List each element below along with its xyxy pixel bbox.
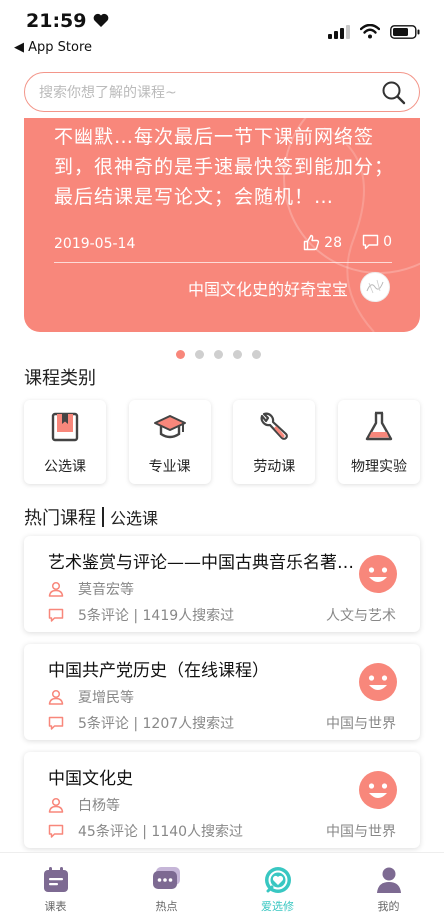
carousel-dot[interactable] <box>233 350 242 359</box>
graduation-cap-icon <box>153 415 186 439</box>
course-category: 中国与世界 <box>326 824 396 840</box>
banner-divider <box>54 262 392 263</box>
carousel-dot[interactable] <box>252 350 261 359</box>
hot-courses-title: 热门课程 公选课 <box>24 504 158 530</box>
course-name: 中国共产党历史（在线课程） <box>48 661 269 681</box>
wifi-icon <box>360 24 380 39</box>
status-indicators <box>328 24 420 39</box>
carousel-dot[interactable] <box>195 350 204 359</box>
search-icon[interactable] <box>381 80 407 106</box>
tab-mine[interactable]: 我的 <box>333 853 444 914</box>
comment-icon <box>362 234 379 250</box>
tab-label: 我的 <box>377 900 400 913</box>
clock-text: 21:59 <box>26 10 87 32</box>
tab-hot[interactable]: 热点 <box>111 853 222 914</box>
thumbs-up-icon <box>303 234 320 251</box>
comment-icon <box>48 608 64 622</box>
course-card[interactable]: 艺术鉴赏与评论——中国古典音乐名著导读 莫音宏等 5条评论 | 1419人搜索过… <box>24 536 420 632</box>
review-meta: 2019-05-14 28 0 <box>54 234 392 260</box>
carousel-dot[interactable] <box>214 350 223 359</box>
wrench-icon <box>260 412 289 440</box>
course-name: 艺术鉴赏与评论——中国古典音乐名著导读 <box>48 553 358 573</box>
course-teacher-row: 莫音宏等 <box>48 579 134 599</box>
battery-icon <box>390 24 420 39</box>
course-teacher: 白杨等 <box>78 798 120 814</box>
category-grid: 公选课 专业课 劳动课 物理实验 <box>24 400 420 484</box>
category-labor-course[interactable]: 劳动课 <box>233 400 316 484</box>
bookmark-book-icon <box>51 412 79 442</box>
back-to-app-store[interactable]: ◀ App Store <box>14 40 92 55</box>
course-teacher-row: 白杨等 <box>48 795 120 815</box>
review-author: 中国文化史的好奇宝宝 <box>187 280 348 299</box>
avatar-pattern-icon <box>366 279 384 294</box>
like-count[interactable]: 28 <box>303 234 342 251</box>
review-date: 2019-05-14 <box>54 236 136 252</box>
smiley-face-icon <box>359 771 397 809</box>
person-icon <box>48 689 64 705</box>
course-stats: 45条评论 | 1140人搜索过 <box>78 824 244 840</box>
search-input[interactable] <box>39 82 369 104</box>
course-stats-row: 5条评论 | 1419人搜索过 <box>48 605 234 625</box>
status-time: 21:59 <box>26 10 109 32</box>
category-section-title: 课程类别 <box>24 368 96 389</box>
course-stats: 5条评论 | 1207人搜索过 <box>78 716 235 732</box>
smiley-face-icon <box>359 555 397 593</box>
carousel-dot[interactable] <box>176 350 185 359</box>
course-category: 人文与艺术 <box>326 608 396 624</box>
heart-icon <box>93 13 109 27</box>
featured-review-banner[interactable]: 不幽默…每次最后一节下课前网络签到，很神奇的是手速最快签到能加分；最后结课是写论… <box>24 118 420 332</box>
review-excerpt: 不幽默…每次最后一节下课前网络签到，很神奇的是手速最快签到能加分；最后结课是写论… <box>54 126 395 208</box>
course-stats: 5条评论 | 1419人搜索过 <box>78 608 235 624</box>
category-physics-lab[interactable]: 物理实验 <box>337 400 420 484</box>
comment-icon <box>48 716 64 730</box>
carousel-indicator[interactable] <box>176 350 261 359</box>
avatar[interactable] <box>360 272 390 302</box>
hot-courses-filter[interactable]: 公选课 <box>110 505 158 529</box>
title-separator <box>102 507 104 527</box>
course-stats-row: 5条评论 | 1207人搜索过 <box>48 713 234 733</box>
course-stats-row: 45条评论 | 1140人搜索过 <box>48 821 243 841</box>
category-label: 物理实验 <box>350 459 407 475</box>
bottom-tab-bar: 课表 热点 爱选修 我的 <box>0 852 444 914</box>
comment-count[interactable]: 0 <box>362 234 392 250</box>
smiley-face-icon <box>359 663 397 701</box>
tab-elective[interactable]: 爱选修 <box>222 853 333 914</box>
category-label: 专业课 <box>148 459 191 475</box>
course-card[interactable]: 中国文化史 白杨等 45条评论 | 1140人搜索过 中国与世界 <box>24 752 420 848</box>
course-card[interactable]: 中国共产党历史（在线课程） 夏增民等 5条评论 | 1207人搜索过 中国与世界 <box>24 644 420 740</box>
course-name: 中国文化史 <box>48 769 133 789</box>
hot-courses-heading: 热门课程 <box>24 508 96 529</box>
heart-target-icon <box>264 867 291 893</box>
course-teacher: 莫音宏等 <box>78 582 134 598</box>
category-public-elective[interactable]: 公选课 <box>24 400 106 484</box>
search-bar[interactable] <box>24 72 420 112</box>
category-label: 公选课 <box>44 459 86 475</box>
status-bar: 21:59 ◀ App Store <box>0 0 444 62</box>
course-teacher-row: 夏增民等 <box>48 687 134 707</box>
flask-icon <box>365 411 393 441</box>
course-category: 中国与世界 <box>326 716 396 732</box>
category-major-course[interactable]: 专业课 <box>128 400 211 484</box>
course-teacher: 夏增民等 <box>78 690 134 706</box>
tab-label: 爱选修 <box>261 900 294 913</box>
chat-bubble-icon <box>152 867 180 889</box>
category-label: 劳动课 <box>253 459 296 475</box>
person-icon <box>376 867 401 893</box>
cellular-signal-icon <box>328 24 350 39</box>
like-count-value: 28 <box>324 234 342 251</box>
tab-schedule[interactable]: 课表 <box>0 853 111 914</box>
schedule-icon <box>43 867 68 892</box>
person-icon <box>48 581 64 597</box>
comment-count-value: 0 <box>383 234 392 250</box>
comment-icon <box>48 824 64 838</box>
tab-label: 课表 <box>44 900 67 913</box>
person-icon <box>48 797 64 813</box>
tab-label: 热点 <box>155 900 178 913</box>
